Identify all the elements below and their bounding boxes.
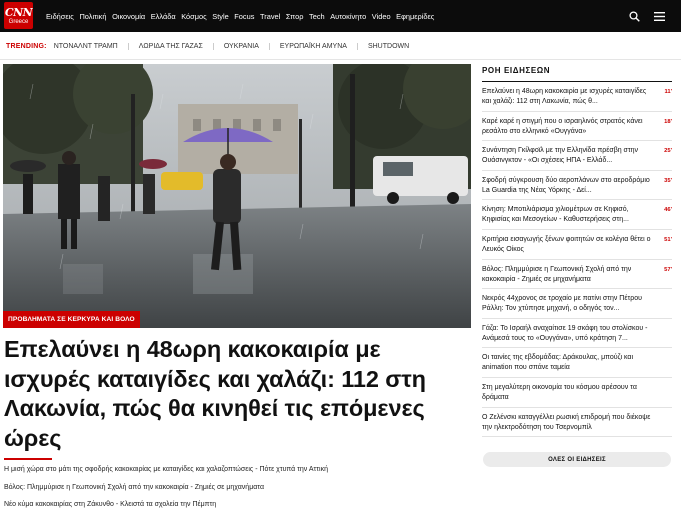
- news-item-text: Βόλος: Πλημμύρισε η Γεωπονική Σχολή από …: [482, 265, 632, 283]
- cnn-greece-logo[interactable]: CNN Greece: [4, 2, 33, 29]
- news-item[interactable]: Βόλος: Πλημμύρισε η Γεωπονική Σχολή από …: [482, 260, 672, 290]
- news-item[interactable]: Γάζα: Το Ισραήλ αναχαίτισε 19 σκάφη του …: [482, 319, 672, 349]
- nav-item-politics[interactable]: Πολιτική: [79, 12, 106, 21]
- main-headline[interactable]: Επελαύνει η 48ωρη κακοκαιρία με ισχυρές …: [4, 335, 444, 453]
- news-item-time: 46': [664, 207, 672, 214]
- main-nav: Ειδήσεις Πολιτική Οικονομία Ελλάδα Κόσμο…: [46, 0, 440, 32]
- nav-item-news[interactable]: Ειδήσεις: [46, 12, 74, 21]
- trending-bar: TRENDING: ΝΤΟΝΑΛΝΤ ΤΡΑΜΠ ΛΩΡΙΔΑ ΤΗΣ ΓΑΖΑ…: [0, 32, 681, 60]
- related-link-3[interactable]: Νέο κύμα κακοκαιρίας στη Ζάκυνθο - Κλεισ…: [4, 501, 464, 508]
- header-divider: [0, 59, 681, 60]
- nav-item-auto[interactable]: Αυτοκίνητο: [330, 12, 366, 21]
- news-item-text: Ο Ζελένσκι καταγγέλλει ρωσική επιδρομή π…: [482, 413, 651, 431]
- news-item-text: Κίνηση: Μποτιλιάρισμα χιλιομέτρων σε Κηφ…: [482, 206, 629, 224]
- news-item[interactable]: Στη μεγαλύτερη οικονομία του κόσμου αρέσ…: [482, 378, 672, 408]
- trending-item-trump[interactable]: ΝΤΟΝΑΛΝΤ ΤΡΑΜΠ: [54, 43, 128, 50]
- nav-item-travel[interactable]: Travel: [260, 12, 280, 21]
- news-item-time: 11': [664, 89, 672, 95]
- news-feed-list: Επελαύνει η 48ωρη κακοκαιρία με ισχυρές …: [482, 82, 672, 438]
- news-item[interactable]: Κριτήρια εισαγωγής ξένων φοιτητών σε κολ…: [482, 230, 672, 260]
- trending-item-ukraine[interactable]: ΟΥΚΡΑΝΙΑ: [212, 42, 269, 50]
- news-item[interactable]: Ο Ζελένσκι καταγγέλλει ρωσική επιδρομή π…: [482, 408, 672, 438]
- news-item-text: Νεκρός 44χρονος σε τροχαίο με πατίνι στη…: [482, 295, 642, 313]
- news-item[interactable]: Νεκρός 44χρονος σε τροχαίο με πατίνι στη…: [482, 289, 672, 319]
- nav-item-video[interactable]: Video: [372, 12, 391, 21]
- trending-label: TRENDING:: [6, 42, 47, 50]
- news-item[interactable]: Οι ταινίες της εβδομάδας: Δράκουλας, μπο…: [482, 348, 672, 378]
- nav-icons: [629, 0, 665, 32]
- hero-image[interactable]: [3, 64, 471, 328]
- top-nav-bar: CNN Greece Ειδήσεις Πολιτική Οικονομία Ε…: [0, 0, 681, 32]
- nav-item-tech[interactable]: Tech: [309, 12, 325, 21]
- news-item-time: 51': [664, 236, 672, 243]
- nav-item-newspapers[interactable]: Εφημερίδες: [396, 12, 434, 21]
- nav-item-style[interactable]: Style: [212, 12, 228, 21]
- news-item[interactable]: Σφοδρή σύγκρουση δύο αεροπλάνων στο αερο…: [482, 171, 672, 201]
- news-item-text: Οι ταινίες της εβδομάδας: Δράκουλας, μπο…: [482, 354, 634, 372]
- news-item[interactable]: Επελαύνει η 48ωρη κακοκαιρία με ισχυρές …: [482, 82, 672, 112]
- news-item-text: Καρέ καρέ η στιγμή που ο ισραηλινός στρα…: [482, 117, 643, 135]
- menu-icon[interactable]: [654, 11, 665, 21]
- all-news-button[interactable]: ΟΛΕΣ ΟΙ ΕΙΔΗΣΕΙΣ: [483, 452, 671, 467]
- trending-item-gaza[interactable]: ΛΩΡΙΔΑ ΤΗΣ ΓΑΖΑΣ: [127, 42, 213, 50]
- news-feed-title: ΡΟΗ ΕΙΔΗΣΕΩΝ: [482, 66, 551, 75]
- news-item[interactable]: Συνάντηση Γκίλφοϊλ με την Ελληνίδα πρέσβ…: [482, 141, 672, 171]
- news-item[interactable]: Καρέ καρέ η στιγμή που ο ισραηλινός στρα…: [482, 112, 672, 142]
- news-item-text: Στη μεγαλύτερη οικονομία του κόσμου αρέσ…: [482, 383, 637, 401]
- hero-category-tag[interactable]: ΠΡΟΒΛΗΜΑΤΑ ΣΕ ΚΕΡΚΥΡΑ ΚΑΙ ΒΟΛΟ: [3, 311, 140, 328]
- news-item-text: Σφοδρή σύγκρουση δύο αεροπλάνων στο αερο…: [482, 176, 650, 194]
- related-link-1[interactable]: Η μισή χώρα στο μάτι της σφοδρής κακοκαι…: [4, 466, 464, 473]
- logo-text: CNN: [4, 5, 33, 19]
- logo-subtext: Greece: [8, 18, 29, 25]
- nav-item-sport[interactable]: Σπορ: [286, 12, 304, 21]
- news-item-time: 35': [664, 177, 672, 184]
- news-item-time: 18': [664, 118, 672, 125]
- trending-item-shutdown[interactable]: SHUTDOWN: [356, 42, 419, 50]
- news-feed: ΡΟΗ ΕΙΔΗΣΕΩΝ Επελαύνει η 48ωρη κακοκαιρί…: [482, 64, 672, 438]
- news-item-text: Συνάντηση Γκίλφοϊλ με την Ελληνίδα πρέσβ…: [482, 147, 639, 165]
- news-item-text: Κριτήρια εισαγωγής ξένων φοιτητών σε κολ…: [482, 235, 651, 253]
- related-link-2[interactable]: Βόλος: Πλημμύρισε η Γεωπονική Σχολή από …: [4, 484, 464, 491]
- nav-item-focus[interactable]: Focus: [234, 12, 254, 21]
- news-item-time: 25': [664, 148, 672, 155]
- news-item-text: Γάζα: Το Ισραήλ αναχαίτισε 19 σκάφη του …: [482, 324, 648, 342]
- nav-item-greece[interactable]: Ελλάδα: [151, 12, 176, 21]
- nav-item-economy[interactable]: Οικονομία: [112, 12, 145, 21]
- headline-rule: [4, 458, 52, 460]
- news-item-text: Επελαύνει η 48ωρη κακοκαιρία με ισχυρές …: [482, 88, 647, 105]
- news-item-time: 57': [664, 266, 672, 273]
- news-item[interactable]: Κίνηση: Μποτιλιάρισμα χιλιομέτρων σε Κηφ…: [482, 200, 672, 230]
- nav-item-world[interactable]: Κόσμος: [181, 12, 206, 21]
- search-icon[interactable]: [629, 10, 640, 22]
- trending-item-eu-defense[interactable]: ΕΥΡΩΠΑΪΚΗ ΑΜΥΝΑ: [268, 42, 357, 50]
